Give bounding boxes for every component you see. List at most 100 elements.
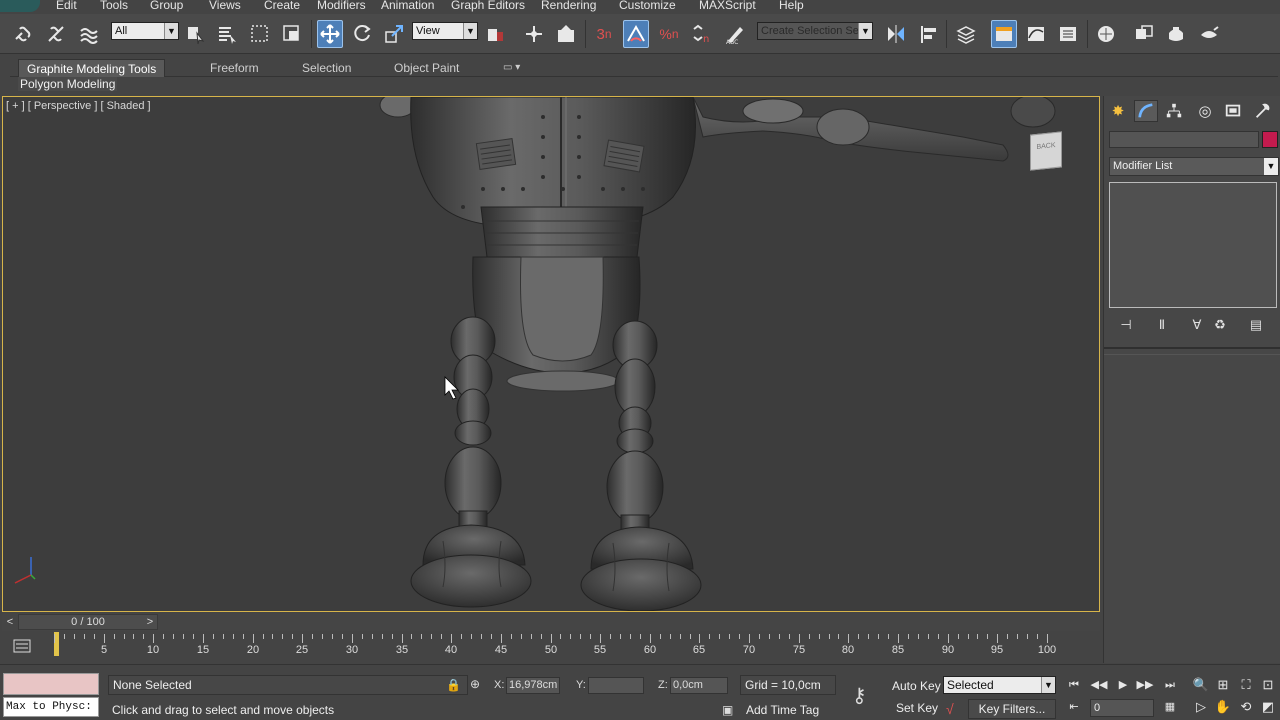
menu-animation[interactable]: Animation <box>381 0 434 12</box>
menu-rendering[interactable]: Rendering <box>541 0 596 12</box>
x-coordinate-field[interactable]: 16,978cm <box>506 677 560 694</box>
ribbon-options-icon[interactable]: ▭ ▾ <box>495 59 528 77</box>
unlink-icon[interactable] <box>43 20 69 48</box>
link-icon[interactable] <box>10 20 36 48</box>
object-color-swatch[interactable] <box>1262 131 1278 148</box>
remove-modifier-icon[interactable]: ♻ <box>1211 317 1229 333</box>
add-time-tag-button[interactable]: Add Time Tag <box>740 701 836 719</box>
motion-tab-icon[interactable]: ◎ <box>1193 100 1217 122</box>
menu-edit[interactable]: Edit <box>56 0 77 12</box>
time-slider-handle[interactable]: 0 / 100 <box>18 614 158 630</box>
utilities-tab-icon[interactable] <box>1250 100 1274 122</box>
make-unique-icon[interactable]: ∀ <box>1188 317 1206 333</box>
select-by-name-icon[interactable] <box>214 20 240 48</box>
mini-curve-editor-icon[interactable] <box>12 636 32 656</box>
time-configuration-icon[interactable]: ▦ <box>1160 699 1180 715</box>
time-slider-next-button[interactable]: > <box>142 613 158 631</box>
spinner-snap-toggle-icon[interactable]: n <box>688 20 714 48</box>
next-frame-icon[interactable]: ▶▶ <box>1135 677 1155 693</box>
hierarchy-tab-icon[interactable] <box>1162 100 1186 122</box>
set-keys-icon[interactable]: ⚷ <box>852 683 867 708</box>
viewport-label[interactable]: [ + ] [ Perspective ] [ Shaded ] <box>6 100 151 112</box>
absolute-offset-mode-icon[interactable]: ⊕ <box>470 677 480 691</box>
menu-modifiers[interactable]: Modifiers <box>317 0 366 12</box>
menu-maxscript[interactable]: MAXScript <box>699 0 756 12</box>
zoom-icon[interactable]: 🔍 <box>1191 676 1211 694</box>
viewcube[interactable]: BACK <box>1030 131 1062 171</box>
modify-tab-icon[interactable] <box>1134 100 1158 122</box>
set-key-button[interactable]: Set Key <box>896 701 938 715</box>
configure-modifier-sets-icon[interactable]: ▤ <box>1247 317 1265 333</box>
zoom-extents-all-icon[interactable]: ⊡ <box>1258 676 1278 694</box>
named-selection-dropdown[interactable]: Create Selection Se ▼ <box>757 22 873 40</box>
go-to-start-icon[interactable]: ⏮ <box>1064 677 1084 693</box>
default-tangents-icon[interactable]: √ <box>946 701 954 717</box>
z-coordinate-field[interactable]: 0,0cm <box>670 677 728 694</box>
menu-graph-editors[interactable]: Graph Editors <box>451 0 525 12</box>
select-and-move-icon[interactable] <box>317 20 343 48</box>
orbit-icon[interactable]: ⟲ <box>1236 698 1256 716</box>
rendered-frame-window-icon[interactable] <box>1163 20 1189 48</box>
maxscript-listener[interactable]: Max to Physc: <box>3 673 99 719</box>
time-tag-icon[interactable]: ▣ <box>722 703 733 717</box>
show-end-result-icon[interactable]: Ⅱ <box>1153 317 1171 333</box>
menu-help[interactable]: Help <box>779 0 804 12</box>
angle-snap-toggle-icon[interactable] <box>623 20 649 48</box>
pin-stack-icon[interactable]: ⊣ <box>1117 317 1135 333</box>
select-and-scale-icon[interactable] <box>381 20 407 48</box>
window-crossing-icon[interactable] <box>279 20 305 48</box>
maxscript-output[interactable] <box>3 673 99 695</box>
menu-group[interactable]: Group <box>150 0 183 12</box>
pivot-center-icon[interactable] <box>483 20 509 48</box>
frame-ruler[interactable]: 5 10 15 20 25 30 35 40 45 50 55 60 65 70 75 80 85 90 95 100 <box>54 632 1056 662</box>
zoom-all-icon[interactable]: ⊞ <box>1213 676 1233 694</box>
edit-named-selection-icon[interactable]: ABC <box>722 20 748 48</box>
selection-lock-icon[interactable]: 🔒 <box>446 678 461 692</box>
go-to-end-icon[interactable]: ⏭ <box>1160 677 1180 693</box>
current-frame-field[interactable]: 0 <box>1090 699 1154 717</box>
curve-editor-icon[interactable] <box>1023 20 1049 48</box>
render-setup-icon[interactable] <box>1131 20 1157 48</box>
track-bar[interactable]: 5 10 15 20 25 30 35 40 45 50 55 60 65 70 75 80 85 90 95 100 <box>2 632 1100 664</box>
mirror-icon[interactable] <box>883 20 909 48</box>
align-icon[interactable] <box>916 20 942 48</box>
material-editor-icon[interactable] <box>1093 20 1119 48</box>
maximize-viewport-icon[interactable]: ◩ <box>1258 698 1278 716</box>
perspective-viewport[interactable]: [ + ] [ Perspective ] [ Shaded ] BACK <box>2 96 1100 612</box>
polygon-modeling-panel[interactable]: Polygon Modeling <box>18 77 118 91</box>
select-and-manipulate-icon[interactable] <box>521 20 547 48</box>
tab-graphite-modeling-tools[interactable]: Graphite Modeling Tools <box>18 59 166 77</box>
select-object-icon[interactable] <box>183 20 209 48</box>
time-slider-prev-button[interactable]: < <box>2 613 18 631</box>
app-logo-icon[interactable] <box>0 0 40 12</box>
play-icon[interactable]: ▶ <box>1113 677 1133 693</box>
menu-tools[interactable]: Tools <box>100 0 128 12</box>
tab-selection[interactable]: Selection <box>294 59 359 77</box>
auto-key-button[interactable]: Auto Key <box>892 679 941 693</box>
modifier-stack[interactable] <box>1109 182 1277 308</box>
layer-manager-icon[interactable] <box>953 20 979 48</box>
y-coordinate-field[interactable] <box>588 677 644 694</box>
maxscript-input[interactable]: Max to Physc: <box>3 697 99 717</box>
field-of-view-icon[interactable]: ▷ <box>1191 698 1211 716</box>
menu-customize[interactable]: Customize <box>619 0 676 12</box>
tab-freeform[interactable]: Freeform <box>202 59 267 77</box>
pan-view-icon[interactable]: ✋ <box>1213 698 1233 716</box>
previous-frame-icon[interactable]: ◀◀ <box>1089 677 1109 693</box>
display-tab-icon[interactable] <box>1221 100 1245 122</box>
selection-filter-dropdown[interactable]: All ▼ <box>111 22 179 40</box>
key-filters-button[interactable]: Key Filters... <box>968 699 1056 719</box>
percent-snap-toggle-icon[interactable]: % n <box>656 20 682 48</box>
keyboard-shortcut-override-icon[interactable] <box>553 20 579 48</box>
reference-coordinate-dropdown[interactable]: View ▼ <box>412 22 478 40</box>
menu-create[interactable]: Create <box>264 0 300 12</box>
time-slider[interactable]: < 0 / 100 > <box>2 613 1100 631</box>
graphite-ribbon-toggle-icon[interactable] <box>991 20 1017 48</box>
render-production-icon[interactable] <box>1196 20 1222 48</box>
zoom-extents-icon[interactable]: ⛶ <box>1236 676 1256 694</box>
snaps-toggle-icon[interactable]: 3n <box>591 20 617 48</box>
bind-space-warp-icon[interactable] <box>76 20 102 48</box>
key-mode-toggle-icon[interactable]: ⇤ <box>1064 699 1084 715</box>
object-name-field[interactable] <box>1109 131 1259 148</box>
tab-object-paint[interactable]: Object Paint <box>386 59 467 77</box>
